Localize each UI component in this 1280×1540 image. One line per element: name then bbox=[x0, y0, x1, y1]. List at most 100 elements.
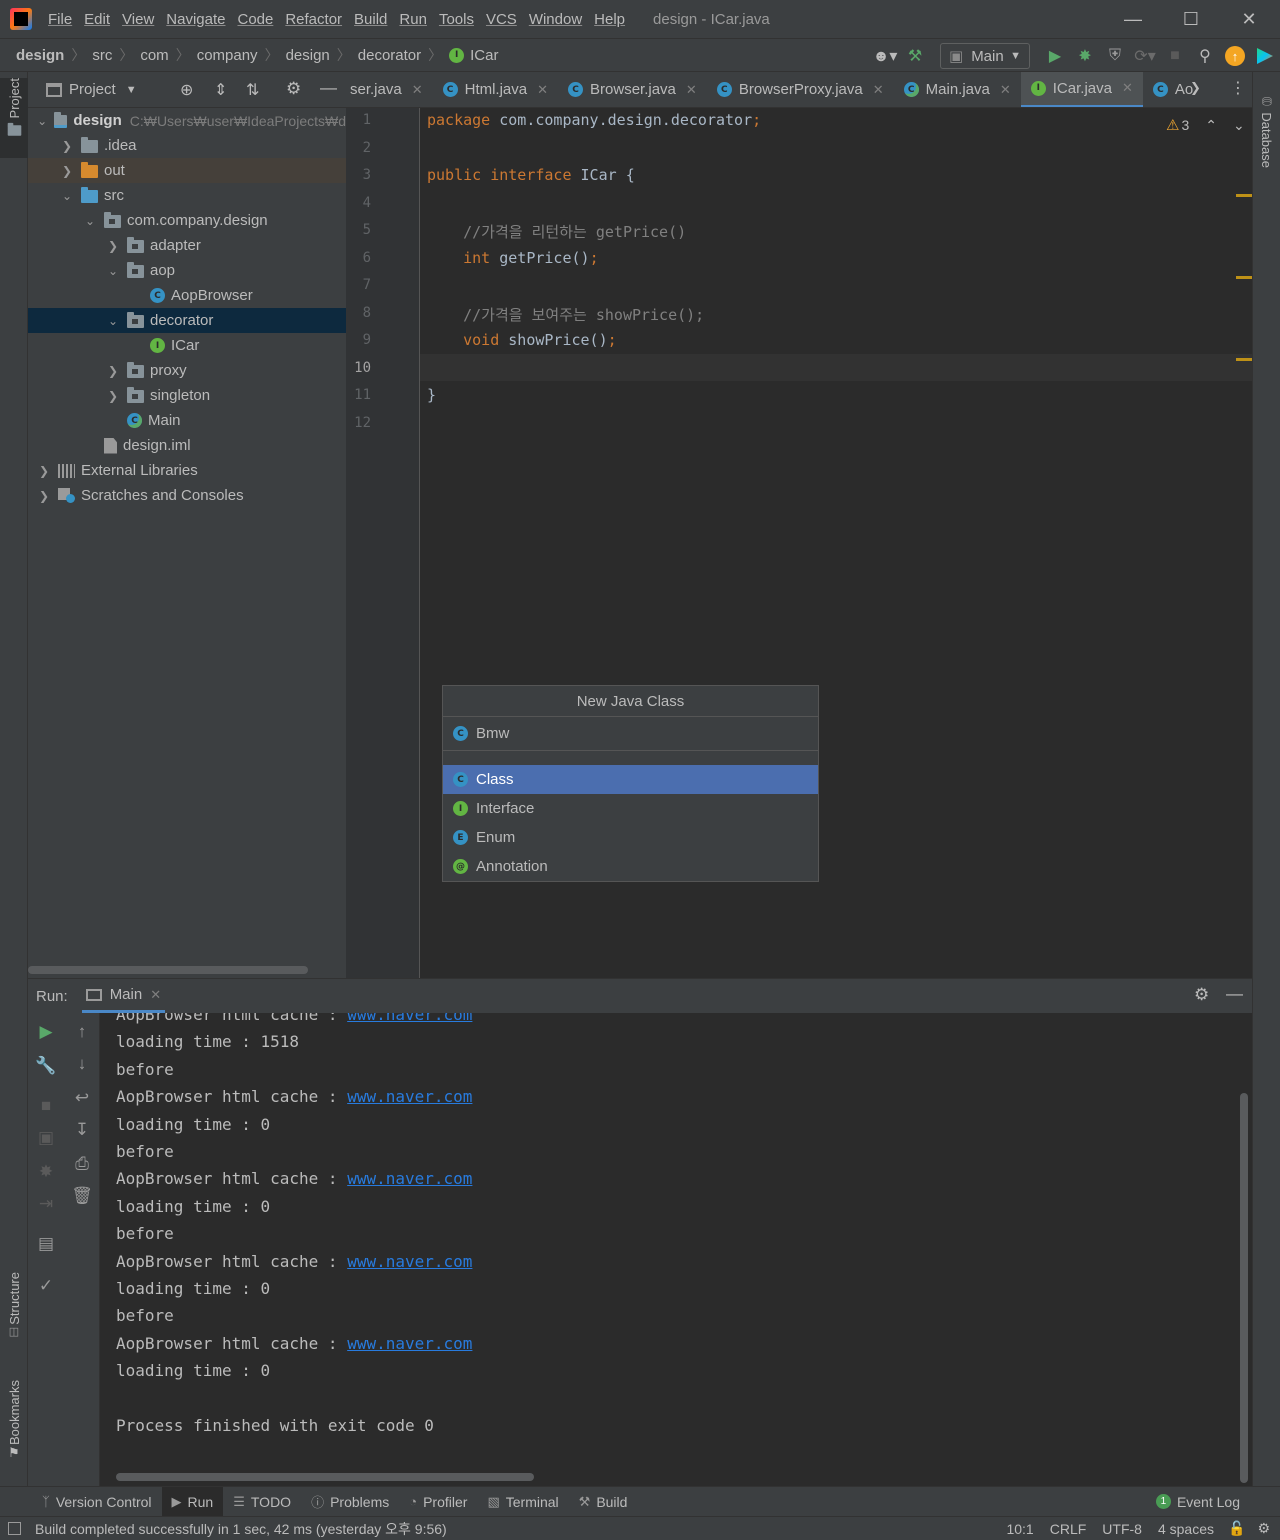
chevron-right-icon[interactable]: ❯ bbox=[36, 464, 52, 478]
breadcrumb-item[interactable]: decorator bbox=[358, 47, 421, 64]
editor-tab-browser-java[interactable]: C Browser.java ✕ bbox=[558, 72, 707, 107]
menu-refactor[interactable]: Refactor bbox=[279, 11, 348, 28]
settings-gear-icon[interactable]: ⚙ bbox=[286, 79, 301, 99]
run-tab-main[interactable]: Main ✕ bbox=[81, 979, 166, 1013]
file-encoding[interactable]: UTF-8 bbox=[1102, 1521, 1142, 1537]
console-link[interactable]: www.naver.com bbox=[347, 1013, 472, 1024]
console-link[interactable]: www.naver.com bbox=[347, 1334, 472, 1353]
view-selector-chevron-icon[interactable]: ▼ bbox=[126, 84, 137, 96]
run-icon[interactable]: ▶ bbox=[1040, 41, 1070, 71]
run-config-selector[interactable]: ▣ Main ▼ bbox=[940, 43, 1030, 69]
more-options-icon[interactable]: ⋮ bbox=[1230, 78, 1246, 98]
locate-icon[interactable]: ⊕ bbox=[180, 80, 193, 100]
tree-item-decorator[interactable]: ⌄ decorator bbox=[28, 308, 346, 333]
edit-config-wrench-icon[interactable]: 🔧 bbox=[28, 1051, 64, 1081]
lock-icon[interactable]: 🔓 bbox=[1228, 1520, 1245, 1537]
vcs-user-icon[interactable]: ☻▾ bbox=[870, 41, 900, 71]
tree-item-proxy[interactable]: ❯ proxy bbox=[28, 358, 346, 383]
class-kind-enum[interactable]: E Enum bbox=[443, 823, 818, 852]
horizontal-scrollbar[interactable] bbox=[28, 966, 308, 974]
stop-icon[interactable]: ■ bbox=[1160, 41, 1190, 71]
breadcrumb-item[interactable]: ICar bbox=[470, 47, 498, 64]
tool-tab-structure[interactable]: Structure ◫ bbox=[0, 1272, 28, 1362]
rerun-icon[interactable]: ▶ bbox=[28, 1017, 64, 1047]
tree-item-main[interactable]: C Main bbox=[28, 408, 346, 433]
event-log-tab[interactable]: 1 Event Log bbox=[1155, 1494, 1240, 1510]
caret-position[interactable]: 10:1 bbox=[1006, 1521, 1033, 1537]
close-window-button[interactable]: ✕ bbox=[1220, 0, 1278, 38]
close-tab-icon[interactable]: ✕ bbox=[1122, 80, 1133, 96]
breadcrumb-item[interactable]: company bbox=[197, 47, 258, 64]
pin-icon[interactable]: ✓ bbox=[28, 1271, 64, 1301]
close-tab-icon[interactable]: ✕ bbox=[873, 82, 884, 98]
menu-code[interactable]: Code bbox=[231, 11, 279, 28]
scroll-to-end-icon[interactable]: ↧ bbox=[64, 1115, 100, 1145]
trash-icon[interactable]: 🗑 bbox=[64, 1181, 100, 1211]
horizontal-scrollbar[interactable] bbox=[116, 1473, 534, 1481]
close-tab-icon[interactable]: ✕ bbox=[1000, 82, 1011, 98]
tree-item-aopbrowser[interactable]: C AopBrowser bbox=[28, 283, 346, 308]
update-icon[interactable]: ↑ bbox=[1220, 41, 1250, 71]
menu-tools[interactable]: Tools bbox=[433, 11, 480, 28]
tree-item-external-libraries[interactable]: ❯ External Libraries bbox=[28, 458, 346, 483]
chevron-down-icon[interactable]: ⌄ bbox=[82, 214, 98, 228]
profile-icon[interactable]: ⟳▾ bbox=[1130, 41, 1160, 71]
error-stripe-marker[interactable] bbox=[1236, 358, 1252, 361]
tree-item-adapter[interactable]: ❯ adapter bbox=[28, 233, 346, 258]
tree-item-aop[interactable]: ⌄ aop bbox=[28, 258, 346, 283]
tree-item-icar[interactable]: I ICar bbox=[28, 333, 346, 358]
bottom-tab-terminal[interactable]: ▧ Terminal bbox=[477, 1487, 568, 1517]
menu-edit[interactable]: Edit bbox=[78, 11, 116, 28]
line-separator[interactable]: CRLF bbox=[1050, 1521, 1087, 1537]
class-kind-annotation[interactable]: @ Annotation bbox=[443, 852, 818, 881]
build-hammer-icon[interactable]: ⚒ bbox=[900, 41, 930, 71]
print-icon[interactable]: ⎙ bbox=[64, 1149, 100, 1179]
console-output[interactable]: AopBrowser html cache : www.naver.com loa… bbox=[100, 1013, 1252, 1487]
coverage-icon[interactable]: ⛨ bbox=[1100, 41, 1130, 71]
settings-gear-icon[interactable]: ⚙ bbox=[1194, 985, 1209, 1005]
chevron-down-icon[interactable]: ⌄ bbox=[36, 114, 48, 128]
close-tab-icon[interactable]: ✕ bbox=[686, 82, 697, 98]
console-link[interactable]: www.naver.com bbox=[347, 1252, 472, 1271]
console-link[interactable]: www.naver.com bbox=[347, 1087, 472, 1106]
previous-highlight-icon[interactable]: ⌃ bbox=[1205, 117, 1217, 134]
editor-tab-icar-java[interactable]: I ICar.java ✕ bbox=[1020, 72, 1143, 107]
next-highlight-icon[interactable]: ⌄ bbox=[1233, 117, 1245, 134]
chevron-down-icon[interactable]: ⌄ bbox=[105, 314, 121, 328]
tool-tab-bookmarks[interactable]: Bookmarks ⚑ bbox=[0, 1380, 28, 1475]
close-tab-icon[interactable]: ✕ bbox=[537, 82, 548, 98]
breadcrumb-item[interactable]: src bbox=[92, 47, 112, 64]
chevron-right-icon[interactable]: ❯ bbox=[36, 489, 52, 503]
class-kind-interface[interactable]: I Interface bbox=[443, 794, 818, 823]
menu-help[interactable]: Help bbox=[588, 11, 631, 28]
menu-window[interactable]: Window bbox=[523, 11, 588, 28]
bottom-tab-run[interactable]: ▶ Run bbox=[161, 1486, 224, 1517]
menu-build[interactable]: Build bbox=[348, 11, 393, 28]
toggle-tool-windows-icon[interactable] bbox=[8, 1522, 21, 1535]
chevron-right-icon[interactable]: ❯ bbox=[105, 389, 121, 403]
stop-icon[interactable]: ■ bbox=[28, 1091, 64, 1121]
bottom-tab-problems[interactable]: ⓘ Problems bbox=[301, 1487, 399, 1517]
bottom-tab-version-control[interactable]: ᛉ Version Control bbox=[32, 1487, 162, 1517]
chevron-right-icon[interactable]: ❯ bbox=[59, 164, 75, 178]
arrow-down-icon[interactable]: ↓ bbox=[64, 1049, 100, 1079]
menu-file[interactable]: File bbox=[42, 11, 78, 28]
maximize-button[interactable]: ☐ bbox=[1162, 0, 1220, 38]
editor-tab-html-java[interactable]: C Html.java ✕ bbox=[433, 72, 558, 107]
class-kind-class[interactable]: C Class bbox=[443, 765, 818, 794]
tree-item-design[interactable]: ⌄ design C:₩Users₩user₩IdeaProjects₩d bbox=[28, 108, 346, 133]
close-tab-icon[interactable]: ✕ bbox=[150, 987, 161, 1003]
hide-panel-icon[interactable]: — bbox=[1226, 984, 1243, 1004]
bottom-tab-build[interactable]: ⚒ Build bbox=[569, 1487, 638, 1517]
error-stripe-marker[interactable] bbox=[1236, 276, 1252, 279]
hide-panel-icon[interactable]: — bbox=[320, 78, 337, 98]
inspector-icon[interactable]: ⚙ bbox=[1257, 1520, 1270, 1537]
menu-navigate[interactable]: Navigate bbox=[160, 11, 231, 28]
editor-tab-ser-java[interactable]: ser.java ✕ bbox=[346, 72, 433, 107]
chevron-right-icon[interactable]: ❯ bbox=[105, 364, 121, 378]
camera-dump-icon[interactable]: ▣ bbox=[28, 1123, 64, 1153]
bottom-tab-todo[interactable]: ☰ TODO bbox=[223, 1487, 301, 1517]
tool-tab-project[interactable]: Project bbox=[0, 78, 28, 158]
tree-item-idea[interactable]: ❯ .idea bbox=[28, 133, 346, 158]
menu-run[interactable]: Run bbox=[393, 11, 433, 28]
